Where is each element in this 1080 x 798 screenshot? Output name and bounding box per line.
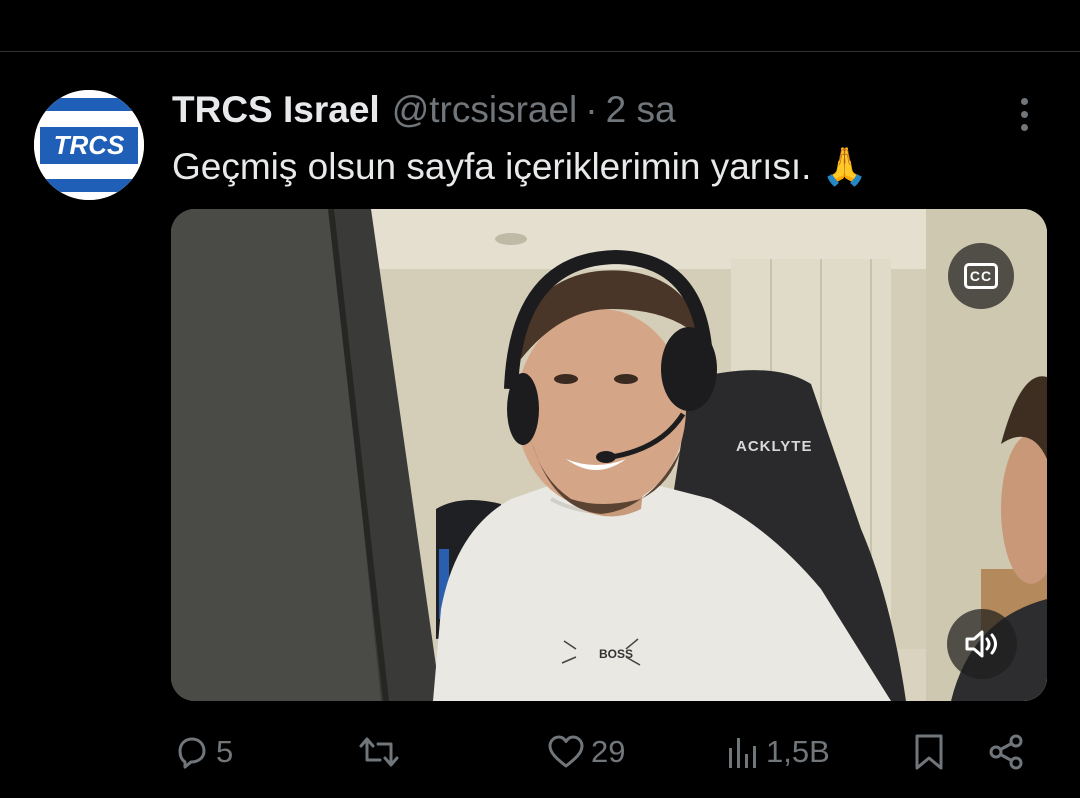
tweet-text: Geçmiş olsun sayfa içeriklerimin yarısı.… [172,146,868,187]
chair-brand: ACKLYTE [736,438,812,455]
bookmark-button[interactable] [912,726,946,778]
trcs-logo: TRCS [34,90,144,200]
retweet-icon [359,737,399,767]
action-bar: 5 29 1,5B [0,726,1080,778]
like-button[interactable]: 29 [547,726,625,778]
views-chart-icon [729,738,756,768]
more-options-button[interactable] [1004,92,1044,136]
separator-dot: · [585,89,598,130]
reply-icon [178,737,206,769]
tweet-header: TRCS Israel @trcsisrael · 2 sa [172,88,676,132]
heart-icon [548,735,584,768]
avatar[interactable]: TRCS [34,90,144,200]
more-dot-icon [1020,110,1028,118]
video-player[interactable]: ACKLYTE BOSS CC [171,209,1047,701]
bookmark-icon [915,734,943,770]
handle[interactable]: @trcsisrael [392,88,578,132]
share-button[interactable] [987,726,1025,778]
avatar-text: TRCS [54,130,125,160]
views-count: 1,5B [766,734,830,769]
share-icon [989,734,1023,770]
views-button[interactable]: 1,5B [726,726,830,778]
retweet-button[interactable] [358,726,406,778]
reply-count: 5 [216,734,234,769]
mute-toggle-button[interactable] [947,609,1017,679]
more-dot-icon [1020,97,1028,105]
tweet[interactable]: TRCS TRCS Israel @trcsisrael · 2 sa Geçm… [0,52,1080,798]
display-name[interactable]: TRCS Israel [172,88,380,132]
timestamp[interactable]: 2 sa [606,88,676,132]
like-count: 29 [591,734,626,769]
speaker-icon [965,630,997,658]
more-dot-icon [1020,123,1028,131]
video-frame: ACKLYTE BOSS [171,209,1047,701]
captions-button[interactable]: CC [948,243,1014,309]
captions-icon: CC [964,263,998,289]
reply-button[interactable]: 5 [174,726,233,778]
